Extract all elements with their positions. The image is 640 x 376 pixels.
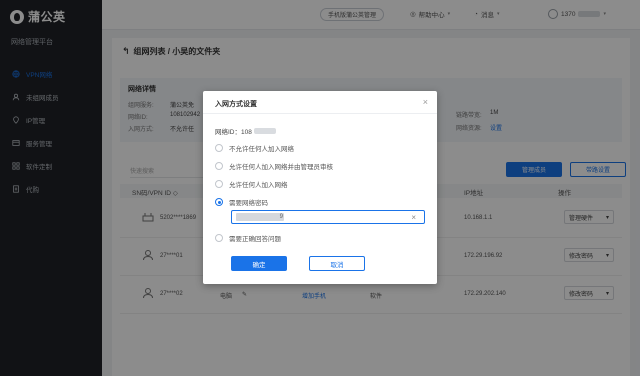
option-label: 允许任何人加入网络并由管理员审核 bbox=[229, 164, 333, 171]
confirm-button[interactable]: 确定 bbox=[231, 256, 287, 271]
network-id-text: 网络ID：108 bbox=[215, 129, 252, 136]
option-deny-all[interactable]: 不允许任何人加入网络 bbox=[215, 143, 294, 153]
radio-button[interactable] bbox=[215, 144, 223, 152]
network-password-input[interactable]: 9 × bbox=[231, 210, 425, 224]
radio-button-selected[interactable] bbox=[215, 198, 223, 206]
option-label: 需要网络密码 bbox=[229, 200, 268, 207]
radio-button[interactable] bbox=[215, 234, 223, 242]
option-label: 允许任何人加入网络 bbox=[229, 182, 288, 189]
redacted-network-id bbox=[253, 128, 276, 134]
close-icon[interactable]: × bbox=[423, 97, 428, 107]
password-value: 9 bbox=[236, 213, 284, 221]
radio-button[interactable] bbox=[215, 180, 223, 188]
option-password[interactable]: 需要网络密码 bbox=[215, 197, 268, 207]
option-allow-all[interactable]: 允许任何人加入网络 bbox=[215, 179, 288, 189]
option-admin-approval[interactable]: 允许任何人加入网络并由管理员审核 bbox=[215, 161, 333, 171]
modal-divider bbox=[203, 113, 437, 114]
cancel-button[interactable]: 取消 bbox=[309, 256, 365, 271]
modal-title: 入网方式设置 bbox=[215, 101, 257, 108]
option-answer-question[interactable]: 需要正确回答问题 bbox=[215, 233, 281, 243]
modal-network-id: 网络ID：108 bbox=[215, 126, 276, 136]
radio-button[interactable] bbox=[215, 162, 223, 170]
join-method-modal: 入网方式设置 × 网络ID：108 不允许任何人加入网络 允许任何人加入网络并由… bbox=[203, 91, 437, 284]
option-label: 需要正确回答问题 bbox=[229, 236, 281, 243]
clear-icon[interactable]: × bbox=[411, 213, 416, 222]
option-label: 不允许任何人加入网络 bbox=[229, 146, 294, 153]
